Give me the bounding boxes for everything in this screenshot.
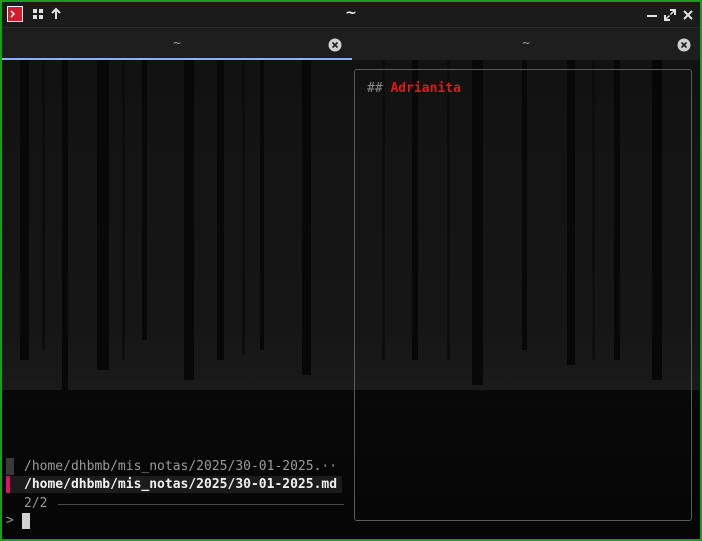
tab-close-icon[interactable] — [328, 37, 342, 52]
window-title: ~ — [345, 5, 357, 21]
maximize-icon[interactable] — [663, 7, 677, 21]
close-icon[interactable] — [681, 7, 695, 21]
heading-marker: ## — [367, 81, 383, 96]
prompt-symbol: > — [6, 513, 14, 528]
fzf-info-line: 2/2 — [6, 495, 344, 512]
title-bar[interactable]: ~ — [2, 2, 700, 28]
fzf-result-item[interactable]: /home/dhbmb/mis_notas/2025/30-01-2025.·· — [6, 458, 342, 475]
tab-bar: ~ ~ — [2, 28, 700, 60]
heading-text: Adrianita — [390, 81, 461, 96]
fzf-result-item-selected[interactable]: /home/dhbmb/mis_notas/2025/30-01-2025.md — [6, 476, 342, 493]
result-gutter — [6, 458, 14, 475]
terminal-window: ~ ~ ~ ## Adrianita /home/dhbmb/mis_notas… — [0, 0, 702, 541]
match-count: 2/2 — [24, 496, 48, 511]
minimize-icon[interactable] — [645, 7, 659, 21]
markdown-heading: ## Adrianita — [367, 81, 461, 96]
text-cursor — [22, 513, 30, 529]
preview-pane[interactable]: ## Adrianita — [354, 69, 692, 521]
tab-2[interactable]: ~ — [352, 28, 700, 60]
terminal-content[interactable]: ## Adrianita /home/dhbmb/mis_notas/2025/… — [2, 60, 700, 539]
truncation-marker: ·· — [321, 459, 338, 474]
separator-line — [58, 504, 344, 505]
tab-label: ~ — [173, 36, 181, 51]
tab-1[interactable]: ~ — [2, 28, 352, 60]
tab-close-icon[interactable] — [677, 37, 691, 52]
tab-label: ~ — [522, 36, 530, 51]
selection-marker — [6, 476, 10, 493]
result-path: /home/dhbmb/mis_notas/2025/30-01-2025. — [24, 459, 322, 474]
result-path: /home/dhbmb/mis_notas/2025/30-01-2025.md — [24, 477, 338, 492]
